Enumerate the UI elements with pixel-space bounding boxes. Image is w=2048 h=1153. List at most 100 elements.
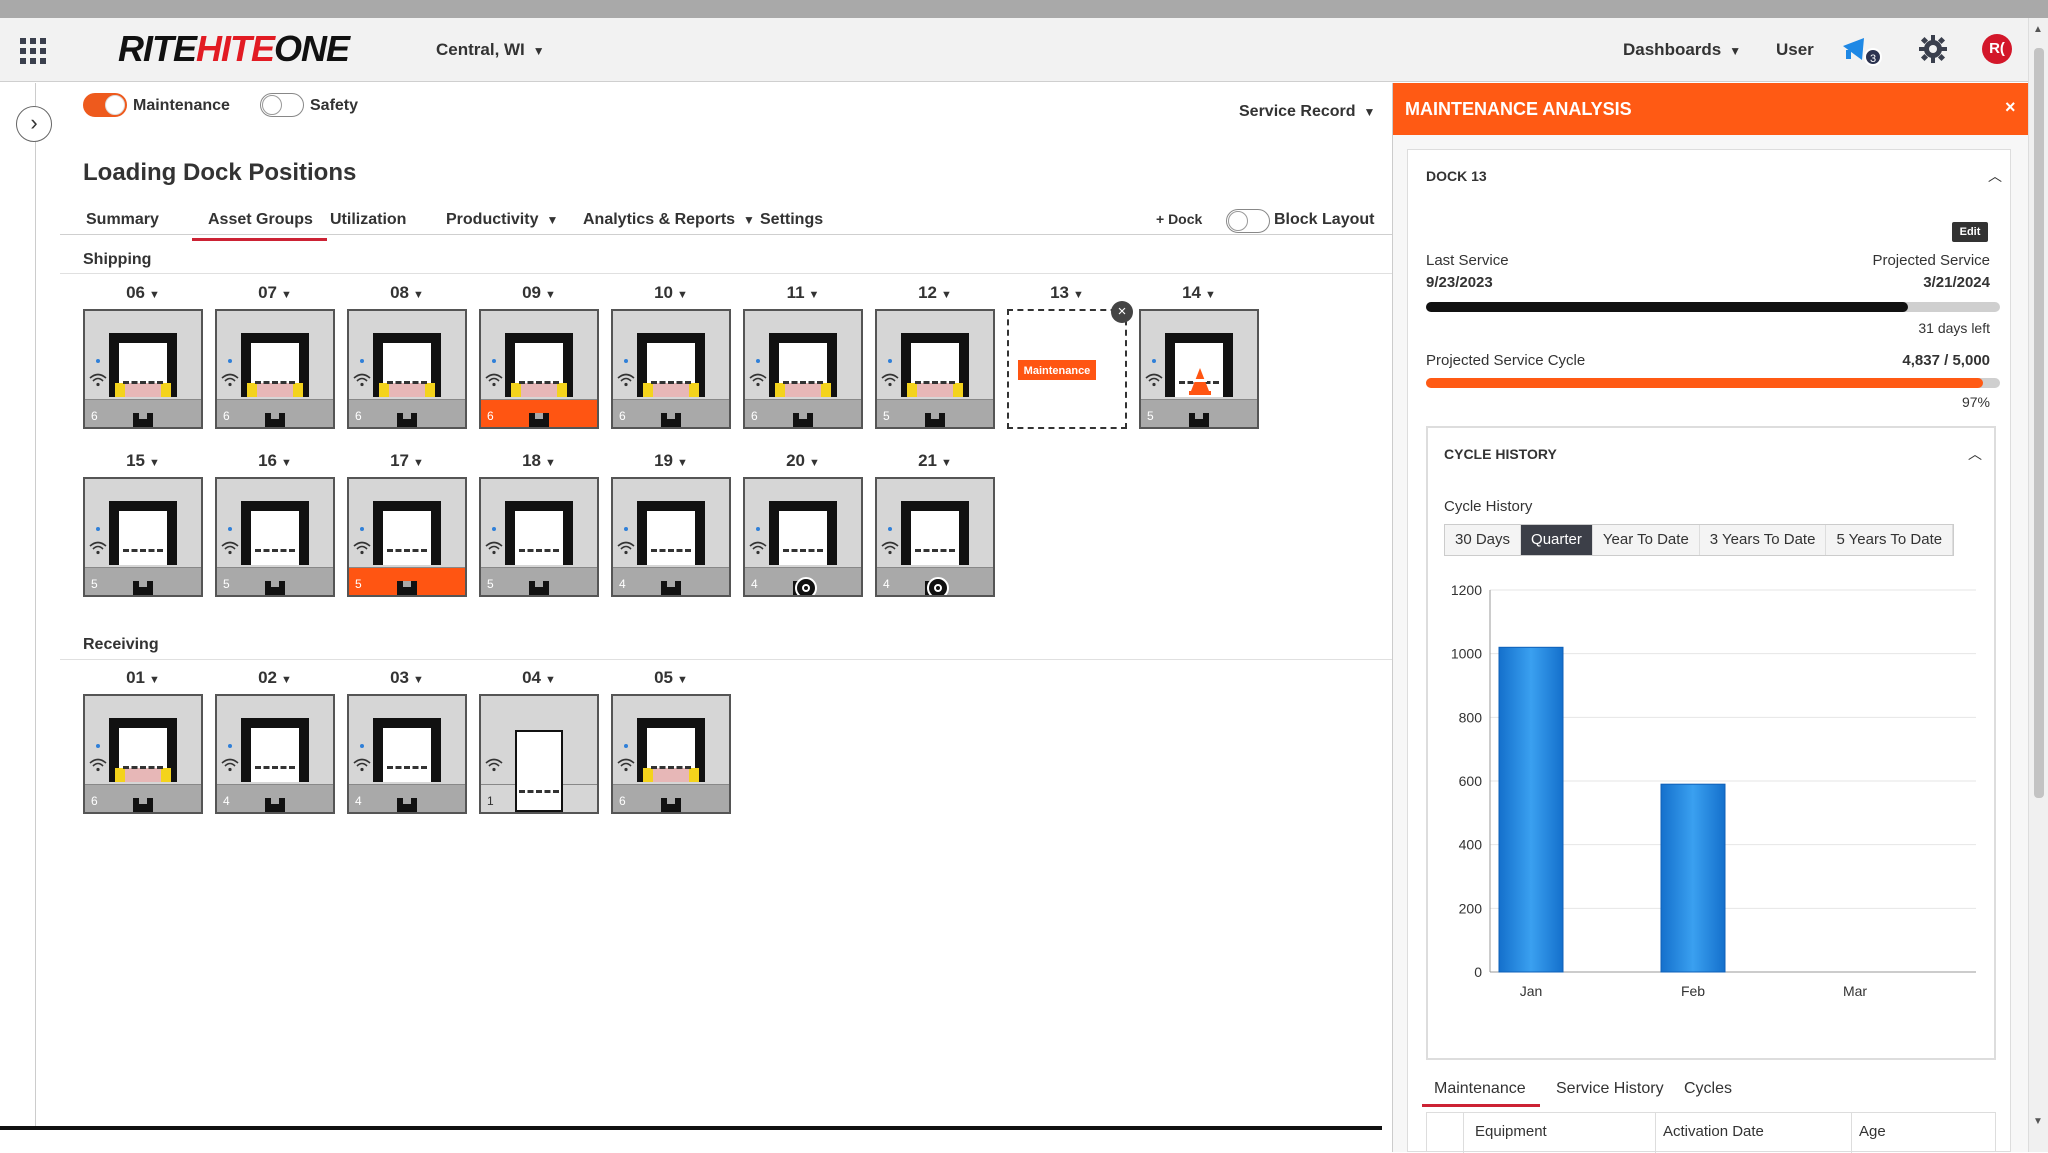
- left-rail: [0, 83, 36, 1128]
- dock-door: [119, 511, 167, 565]
- dock-number[interactable]: 12 ▼: [875, 283, 995, 303]
- dock-number[interactable]: 03 ▼: [347, 668, 467, 688]
- edit-button[interactable]: Edit: [1952, 222, 1988, 242]
- dock-number[interactable]: 18 ▼: [479, 451, 599, 471]
- leveler-notch: [535, 581, 543, 587]
- sensor-dot-icon: [96, 359, 100, 363]
- dock-number[interactable]: 09 ▼: [479, 283, 599, 303]
- safety-toggle[interactable]: [260, 93, 304, 117]
- dock-tile[interactable]: 6: [347, 309, 467, 429]
- tab-productivity[interactable]: Productivity ▼: [446, 211, 558, 229]
- door-line: [255, 766, 295, 770]
- dock-tile[interactable]: 4: [743, 477, 863, 597]
- scroll-thumb[interactable]: [2034, 48, 2044, 798]
- dock-count: 6: [487, 409, 494, 423]
- tab-maintenance[interactable]: Maintenance: [1422, 1080, 1540, 1107]
- tab-productivity-label: Productivity: [446, 211, 539, 228]
- dock-number[interactable]: 10 ▼: [611, 283, 731, 303]
- dock-tile[interactable]: 4: [875, 477, 995, 597]
- dock-tile[interactable]: 6: [83, 309, 203, 429]
- dock-tile[interactable]: 4: [347, 694, 467, 814]
- maintenance-toggle[interactable]: [83, 93, 127, 117]
- dock-tile[interactable]: 4: [215, 694, 335, 814]
- column-header-activation-date[interactable]: Activation Date: [1663, 1123, 1764, 1140]
- dock-number[interactable]: 08 ▼: [347, 283, 467, 303]
- dashboards-menu[interactable]: Dashboards ▼: [1623, 40, 1741, 60]
- column-header-equipment[interactable]: Equipment: [1475, 1123, 1547, 1140]
- tab-cycles[interactable]: Cycles: [1684, 1080, 1732, 1098]
- cycle-percent: 97%: [1961, 394, 1990, 410]
- dock-tile[interactable]: 6: [743, 309, 863, 429]
- dock-number[interactable]: 19 ▼: [611, 451, 731, 471]
- scroll-down-icon[interactable]: ▼: [2033, 1116, 2043, 1127]
- sensor-dot-icon: [492, 527, 496, 531]
- app-grid-icon[interactable]: [20, 38, 46, 64]
- dock-number[interactable]: 14 ▼: [1139, 283, 1259, 303]
- dock-tile[interactable]: 5: [83, 477, 203, 597]
- dock-number[interactable]: 07 ▼: [215, 283, 335, 303]
- notification-count-badge: 3: [1864, 48, 1882, 66]
- tab-summary[interactable]: Summary: [86, 211, 159, 229]
- location-selector[interactable]: Central, WI ▼: [436, 40, 545, 60]
- dock-number[interactable]: 16 ▼: [215, 451, 335, 471]
- dock-tile[interactable]: 6: [83, 694, 203, 814]
- user-menu[interactable]: User: [1776, 40, 1814, 60]
- page-scrollbar[interactable]: ▲ ▼: [2028, 18, 2048, 1152]
- dock-tile[interactable]: 6: [611, 694, 731, 814]
- settings-button[interactable]: [1918, 34, 1950, 66]
- block-layout-toggle[interactable]: [1226, 209, 1270, 233]
- range-option[interactable]: Quarter: [1521, 525, 1593, 555]
- chevron-up-icon[interactable]: ︿: [1968, 444, 1982, 464]
- dock-number[interactable]: 05 ▼: [611, 668, 731, 688]
- dock-tile[interactable]: Maintenance: [1007, 309, 1127, 429]
- dock-number[interactable]: 04 ▼: [479, 668, 599, 688]
- dock-tile[interactable]: 5: [1139, 309, 1259, 429]
- close-icon[interactable]: ×: [1111, 301, 1133, 323]
- dock-number-label: 11: [786, 283, 805, 302]
- panel-header: MAINTENANCE ANALYSIS ×: [1393, 83, 2029, 135]
- tab-utilization[interactable]: Utilization: [330, 211, 406, 229]
- tab-asset-groups[interactable]: Asset Groups: [192, 211, 327, 241]
- tab-settings[interactable]: Settings: [760, 211, 823, 229]
- service-record-dropdown[interactable]: Service Record ▼: [1239, 103, 1375, 121]
- dock-tile[interactable]: 5: [875, 309, 995, 429]
- chevron-up-icon[interactable]: ︿: [1988, 166, 2002, 186]
- tab-service-history[interactable]: Service History: [1556, 1080, 1664, 1098]
- dock-tile[interactable]: 6: [479, 309, 599, 429]
- group-label-receiving: Receiving: [83, 636, 159, 653]
- dock-number[interactable]: 01 ▼: [83, 668, 203, 688]
- dock-count: 6: [223, 409, 230, 423]
- brand-logo[interactable]: RITEHITEONE: [118, 28, 350, 72]
- dock-number[interactable]: 11 ▼: [743, 283, 863, 303]
- avatar[interactable]: R(: [1982, 34, 2012, 64]
- dock-number[interactable]: 13 ▼: [1007, 283, 1127, 303]
- dock-tile[interactable]: 6: [611, 309, 731, 429]
- dock-tile[interactable]: 6: [215, 309, 335, 429]
- add-dock-button[interactable]: + Dock: [1156, 211, 1202, 227]
- close-icon[interactable]: ×: [2005, 97, 2016, 118]
- scroll-up-icon[interactable]: ▲: [2033, 24, 2043, 35]
- dock-number[interactable]: 20 ▼: [743, 451, 863, 471]
- dock-tile[interactable]: 5: [347, 477, 467, 597]
- dock-number[interactable]: 17 ▼: [347, 451, 467, 471]
- dock-number[interactable]: 15 ▼: [83, 451, 203, 471]
- dock-tile[interactable]: 5: [215, 477, 335, 597]
- range-option[interactable]: 30 Days: [1445, 525, 1522, 555]
- asset-tabs: Summary Asset Groups Utilization Product…: [60, 201, 1404, 241]
- dock-tile[interactable]: 1: [479, 694, 599, 814]
- tab-analytics-reports[interactable]: Analytics & Reports ▼: [583, 211, 755, 229]
- column-header-age[interactable]: Age: [1859, 1123, 1886, 1140]
- dock-tile[interactable]: 4: [611, 477, 731, 597]
- range-option[interactable]: Year To Date: [1593, 525, 1700, 555]
- wifi-icon: [485, 541, 503, 555]
- dock-number-label: 20: [786, 451, 806, 470]
- dock-tile[interactable]: 5: [479, 477, 599, 597]
- range-option[interactable]: 3 Years To Date: [1700, 525, 1827, 555]
- dock-number[interactable]: 02 ▼: [215, 668, 335, 688]
- dock-number[interactable]: 21 ▼: [875, 451, 995, 471]
- range-option[interactable]: 5 Years To Date: [1826, 525, 1954, 555]
- dock-number[interactable]: 06 ▼: [83, 283, 203, 303]
- door-line: [255, 381, 295, 385]
- notifications-button[interactable]: 3: [1840, 34, 1884, 68]
- wifi-icon: [881, 541, 899, 555]
